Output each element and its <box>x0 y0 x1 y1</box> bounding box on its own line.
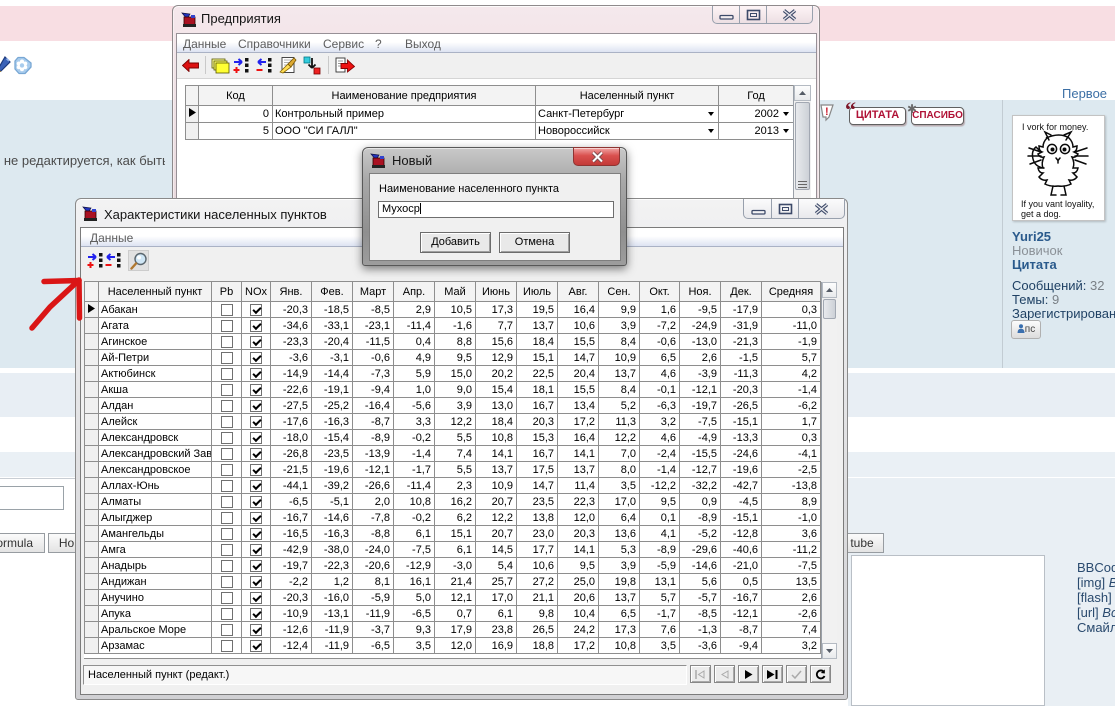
svg-text:!: ! <box>825 106 829 118</box>
svg-text:If you vant loyality,: If you vant loyality, <box>1021 199 1094 209</box>
svg-text:get a dog.: get a dog. <box>1021 209 1061 219</box>
svg-text:I vork for money.: I vork for money. <box>1022 122 1088 132</box>
